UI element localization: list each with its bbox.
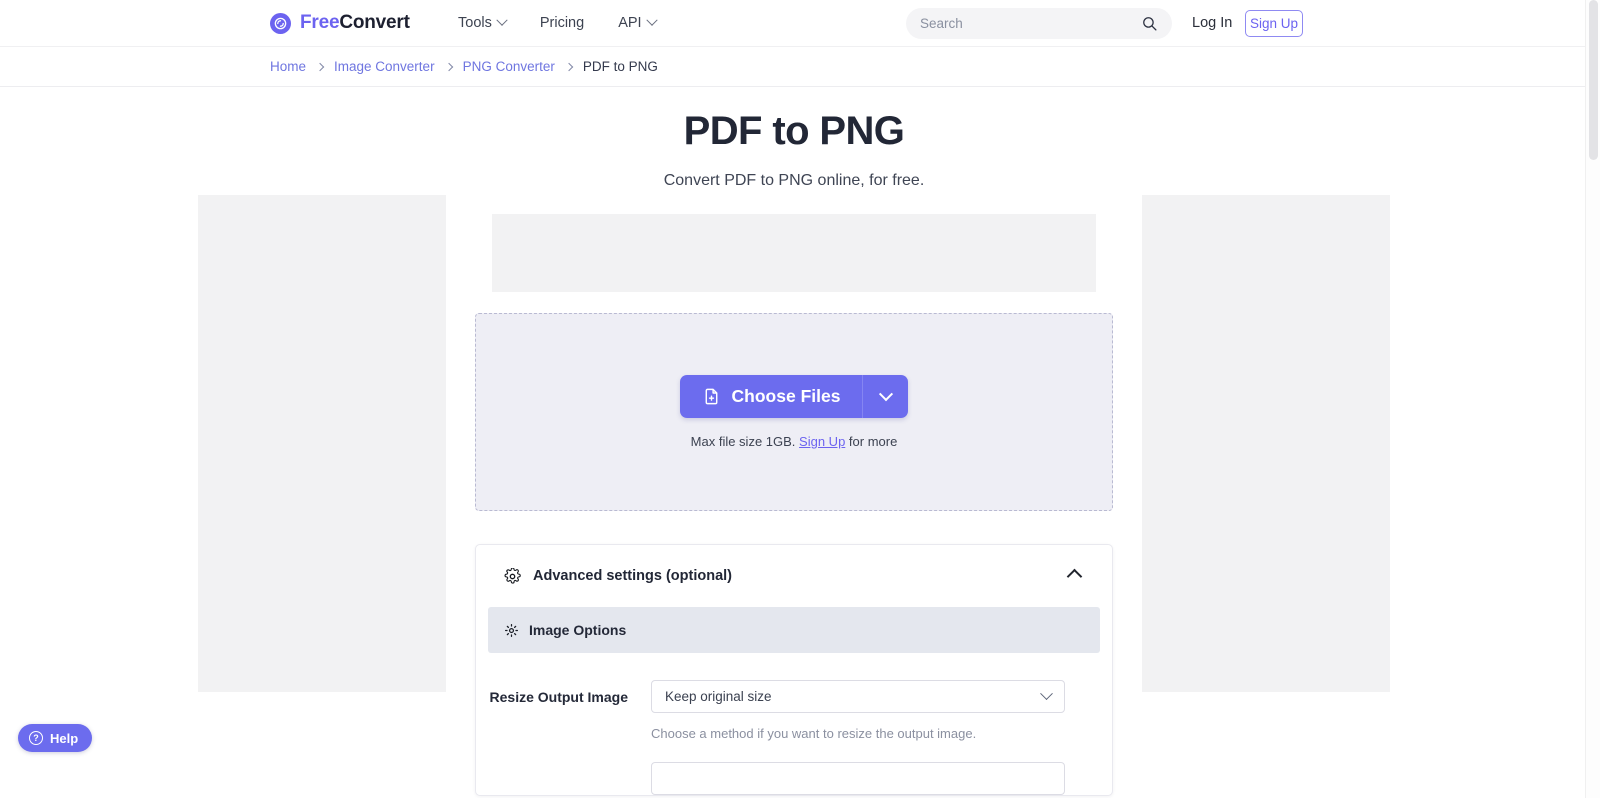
chevron-down-icon <box>1040 687 1053 701</box>
nav-item-api[interactable]: API <box>618 14 658 31</box>
chevron-down-icon <box>496 14 508 26</box>
resize-output-image-select[interactable]: Keep original size <box>651 680 1065 713</box>
scrollbar-thumb[interactable] <box>1589 0 1598 160</box>
chevron-right-icon <box>444 62 453 71</box>
advanced-settings-label: Advanced settings (optional) <box>533 568 732 584</box>
gear-icon <box>504 567 521 584</box>
resize-output-image-control: Keep original size Choose a method if yo… <box>651 680 1100 795</box>
chevron-right-icon <box>564 62 574 71</box>
choose-files-label: Choose Files <box>731 386 841 406</box>
breadcrumb-item-png-converter[interactable]: PNG Converter <box>463 59 555 74</box>
ad-placeholder-left <box>198 195 446 692</box>
breadcrumb: Home Image Converter PNG Converter PDF t… <box>0 46 1585 87</box>
nav-item-pricing[interactable]: Pricing <box>540 15 584 31</box>
max-file-size-prefix: Max file size 1GB. <box>690 434 796 449</box>
file-dropzone[interactable]: Choose Files Max file size 1GB. Sign Up … <box>475 313 1113 511</box>
breadcrumb-item-image-converter[interactable]: Image Converter <box>334 59 435 74</box>
chevron-down-icon <box>645 14 658 26</box>
max-file-size-note: Max file size 1GB. Sign Up for more <box>691 434 898 449</box>
advanced-settings-card: Advanced settings (optional) Image Optio… <box>475 544 1113 796</box>
chevron-up-icon[interactable] <box>1066 568 1083 584</box>
breadcrumb-item-home[interactable]: Home <box>270 59 306 74</box>
signup-link[interactable]: Sign Up <box>799 434 845 449</box>
help-widget-label: Help <box>50 730 79 746</box>
max-file-size-suffix: for more <box>848 434 898 449</box>
page-title: PDF to PNG <box>683 109 905 153</box>
search-box[interactable] <box>906 7 1172 39</box>
nav-item-tools[interactable]: Tools <box>458 14 508 31</box>
page-subtitle: Convert PDF to PNG online, for free. <box>663 172 925 189</box>
chevron-down-icon <box>878 386 894 401</box>
choose-files-dropdown-toggle[interactable] <box>862 375 909 418</box>
resize-output-image-row: Resize Output Image Keep original size C… <box>476 653 1112 795</box>
refresh-circle-icon <box>270 12 291 34</box>
question-circle-icon: ? <box>29 731 43 745</box>
logo-text-convert: Convert <box>339 12 410 33</box>
login-button[interactable]: Log In <box>1192 15 1232 31</box>
main-column: PDF to PNG Convert PDF to PNG online, fo… <box>475 87 1113 796</box>
gear-icon <box>505 623 518 637</box>
breadcrumb-item-current: PDF to PNG <box>582 59 658 74</box>
page-scrollbar[interactable] <box>1585 0 1600 798</box>
browser-viewport: FreeConvert Tools Pricing API Log In Sig… <box>0 0 1600 798</box>
ad-placeholder-top <box>492 214 1096 292</box>
nav-item-label: Pricing <box>539 15 585 31</box>
site-logo[interactable]: FreeConvert <box>270 12 410 34</box>
resize-output-image-label: Resize Output Image <box>489 689 628 705</box>
resize-output-image-help: Choose a method if you want to resize th… <box>651 726 977 741</box>
nav-item-label: Tools <box>458 15 492 31</box>
image-options-section-header: Image Options <box>488 607 1100 653</box>
search-icon[interactable] <box>1141 15 1158 32</box>
signup-button[interactable]: Sign Up <box>1245 9 1303 37</box>
file-plus-icon <box>705 388 717 405</box>
advanced-settings-toggle[interactable]: Advanced settings (optional) <box>476 545 1112 607</box>
main-nav: Tools Pricing API <box>458 14 658 31</box>
site-header: FreeConvert Tools Pricing API Log In Sig… <box>0 0 1585 46</box>
next-setting-select[interactable] <box>651 762 1065 795</box>
nav-item-label: API <box>618 15 642 31</box>
resize-output-image-value: Keep original size <box>665 689 772 704</box>
help-widget-button[interactable]: ? Help <box>18 724 93 752</box>
logo-text-free: Free <box>300 12 340 33</box>
choose-files-group: Choose Files <box>679 375 909 418</box>
page-content: FreeConvert Tools Pricing API Log In Sig… <box>0 0 1585 798</box>
chevron-right-icon <box>315 62 325 71</box>
logo-text: FreeConvert <box>300 12 410 34</box>
choose-files-button[interactable]: Choose Files <box>679 375 863 418</box>
ad-placeholder-right <box>1142 195 1390 692</box>
search-input[interactable] <box>920 15 1141 31</box>
image-options-label: Image Options <box>529 622 627 638</box>
